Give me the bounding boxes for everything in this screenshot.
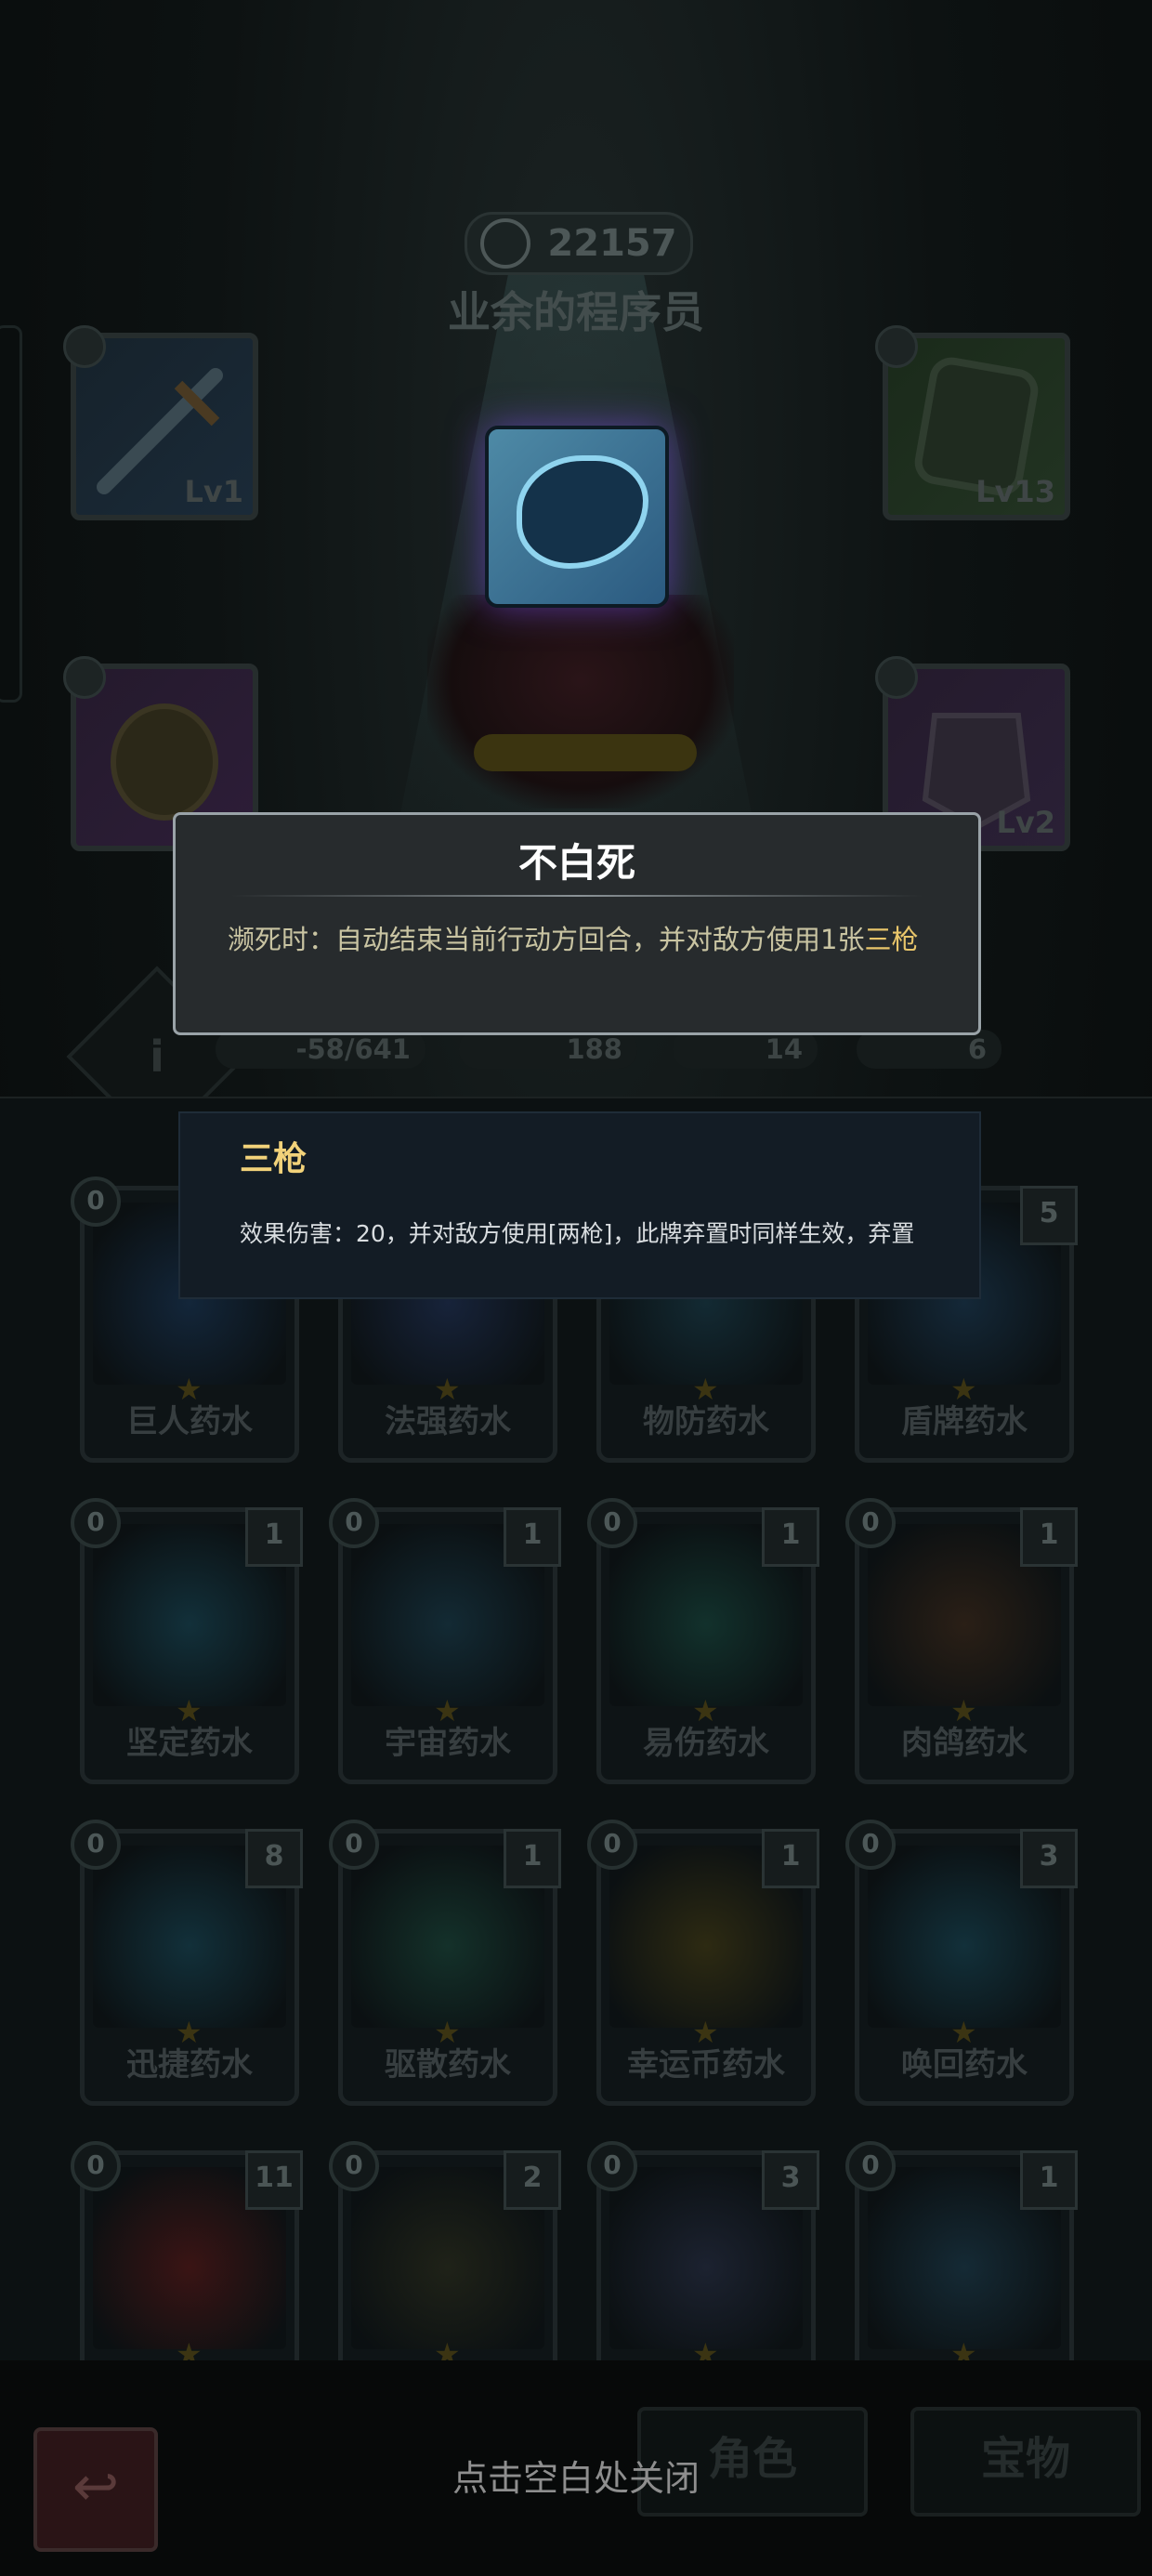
coin-value: 6 [967, 1033, 987, 1065]
plague-mask-relic[interactable] [485, 426, 669, 608]
equip-level: Lv2 [996, 805, 1055, 840]
card-name: 易伤药水 [643, 1725, 769, 1762]
attack-value: 188 [566, 1033, 622, 1065]
plague-mask-icon [517, 455, 648, 569]
card-cost: 0 [329, 2141, 379, 2191]
slot-badge-icon [875, 656, 918, 699]
info-icon: i [150, 1032, 164, 1082]
card-cost: 0 [329, 1498, 379, 1548]
defense-stat: 14 [673, 1030, 818, 1069]
card-name: 坚定药水 [126, 1725, 253, 1762]
side-drawer-handle[interactable] [0, 325, 22, 703]
potion-card[interactable]: 0 1 ★ 坚定药水 [71, 1494, 303, 1784]
card-cost: 0 [587, 1498, 637, 1548]
game-screen[interactable]: 22157 业余的程序员 Lv1 Lv13 Lv2 i -58/641 1 88 … [0, 0, 1152, 2576]
keyword-tooltip-desc: 效果伤害：20，并对敌方使用[两枪]，此牌弃置时同样生效，弃置 [240, 1220, 915, 1247]
card-cost: 0 [71, 2141, 121, 2191]
player-name: 业余的程序员 [448, 287, 704, 337]
equip-level: Lv13 [975, 474, 1055, 509]
relic-tooltip-title: 不白死 [517, 840, 635, 886]
card-name: 法强药水 [385, 1403, 511, 1440]
card-cost: 0 [845, 1820, 896, 1870]
card-name: 幸运币药水 [627, 2046, 785, 2083]
desc-text: 濒死时：自动结束当前行动方回合，并对敌方使用1张 [228, 924, 865, 955]
card-count-badge: 1 [762, 1507, 819, 1567]
card-count-badge: 2 [504, 2150, 561, 2210]
potion-card[interactable]: 0 8 ★ 迅捷药水 [71, 1816, 303, 2106]
relic-tooltip: 不白死 濒死时：自动结束当前行动方回合，并对敌方使用1张三枪 [173, 812, 981, 1035]
card-name: 宇宙药水 [385, 1725, 511, 1762]
card-cost: 0 [71, 1176, 121, 1227]
card-cost: 0 [71, 1498, 121, 1548]
potion-card[interactable]: 0 1 ★ 幸运币药水 [587, 1816, 819, 2106]
potion-card[interactable]: 0 3 ★ 唤回药水 [845, 1816, 1078, 2106]
relic-tooltip-desc: 濒死时：自动结束当前行动方回合，并对敌方使用1张三枪 [228, 923, 926, 956]
card-name: 迅捷药水 [126, 2046, 253, 2083]
card-cost: 0 [71, 1820, 121, 1870]
card-cost: 0 [845, 2141, 896, 2191]
potion-card[interactable]: 0 1 ★ 驱散药水 [329, 1816, 561, 2106]
character-figure [427, 595, 734, 808]
equip-slot-shield[interactable]: Lv13 [875, 325, 1070, 520]
card-cost: 0 [587, 2141, 637, 2191]
card-cost: 0 [329, 1820, 379, 1870]
card-name: 肉鸽药水 [901, 1725, 1028, 1762]
keyword-tooltip-title: 三枪 [240, 1140, 308, 1178]
desc-keyword: 三枪 [864, 924, 919, 955]
potion-card[interactable]: 0 1 ★ 宇宙药水 [329, 1494, 561, 1784]
character-belt [474, 734, 697, 771]
card-count-badge: 5 [1020, 1186, 1078, 1245]
card-count-badge: 1 [504, 1829, 561, 1888]
card-count-badge: 1 [1020, 2150, 1078, 2210]
tooltip-divider [231, 895, 923, 897]
card-count-badge: 11 [245, 2150, 303, 2210]
equip-level: Lv1 [184, 474, 243, 509]
card-name: 唤回药水 [901, 2046, 1028, 2083]
score-value: 22157 [547, 222, 677, 265]
hp-stat: -58/641 [216, 1030, 425, 1069]
score-badge: 22157 [465, 212, 693, 275]
hp-value: -58/641 [295, 1033, 411, 1065]
coin-stat: 6 [857, 1030, 1001, 1069]
slot-badge-icon [875, 325, 918, 368]
card-name: 物防药水 [643, 1403, 769, 1440]
potion-card[interactable]: 0 1 ★ 肉鸽药水 [845, 1494, 1078, 1784]
trophy-icon [480, 218, 531, 269]
slot-badge-icon [63, 656, 106, 699]
card-count-badge: 1 [245, 1507, 303, 1567]
card-count-badge: 8 [245, 1829, 303, 1888]
keyword-tooltip: 三枪 效果伤害：20，并对敌方使用[两枪]，此牌弃置时同样生效，弃置 [178, 1111, 981, 1299]
card-cost: 0 [587, 1820, 637, 1870]
equip-slot-weapon[interactable]: Lv1 [63, 325, 258, 520]
slot-badge-icon [63, 325, 106, 368]
card-cost: 0 [845, 1498, 896, 1548]
card-name: 盾牌药水 [901, 1403, 1028, 1440]
close-hint[interactable]: 点击空白处关闭 [0, 2450, 1152, 2501]
attack-stat: 188 [459, 1030, 637, 1069]
card-name: 驱散药水 [385, 2046, 511, 2083]
card-count-badge: 1 [762, 1829, 819, 1888]
card-count-badge: 1 [1020, 1507, 1078, 1567]
card-count-badge: 3 [762, 2150, 819, 2210]
defense-value: 14 [765, 1033, 803, 1065]
potion-card[interactable]: 0 1 ★ 易伤药水 [587, 1494, 819, 1784]
card-name: 巨人药水 [126, 1403, 253, 1440]
card-count-badge: 3 [1020, 1829, 1078, 1888]
card-count-badge: 1 [504, 1507, 561, 1567]
